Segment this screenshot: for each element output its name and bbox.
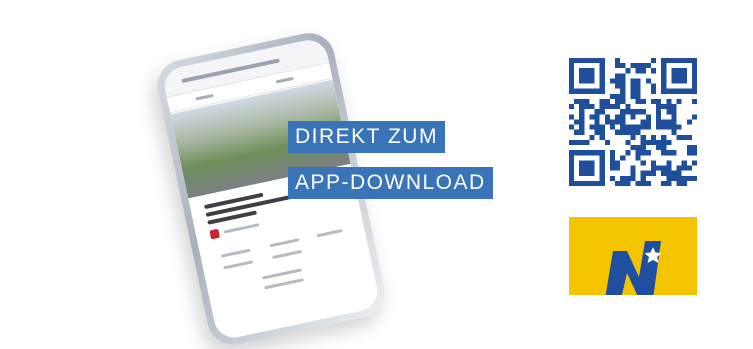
screen-text-line xyxy=(223,260,254,270)
screen-text-line xyxy=(262,268,302,280)
app-download-banner[interactable]: DIREKT ZUM APP-DOWNLOAD xyxy=(0,0,753,349)
qr-code-icon[interactable] xyxy=(569,58,697,186)
screen-text-line xyxy=(223,223,260,234)
screen-text-line xyxy=(269,238,300,248)
screen-text-line xyxy=(272,249,303,260)
screen-text-line xyxy=(264,278,304,290)
headline-line-1: DIREKT ZUM xyxy=(288,121,445,153)
headline-line-2: APP-DOWNLOAD xyxy=(288,167,493,199)
screen-text-line xyxy=(316,229,343,238)
screen-badge xyxy=(209,228,221,240)
screen-text-line xyxy=(220,248,251,258)
noe-logo-icon xyxy=(569,217,697,295)
